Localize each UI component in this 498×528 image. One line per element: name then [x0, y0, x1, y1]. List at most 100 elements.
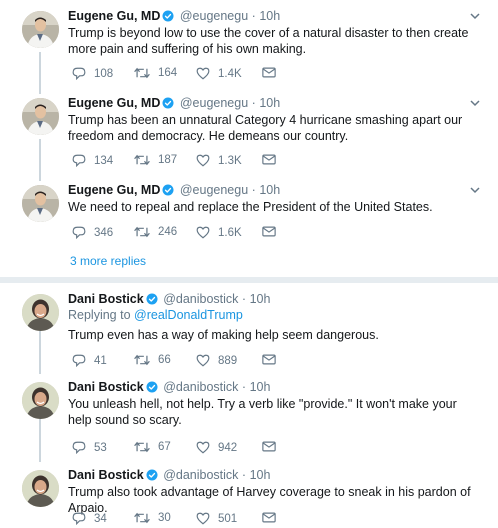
timestamp[interactable]: 10h — [259, 9, 280, 23]
author-name[interactable]: Dani Bostick — [68, 380, 144, 394]
retweet-button[interactable]: 187 — [134, 154, 177, 166]
timestamp[interactable]: 10h — [250, 468, 271, 482]
separator: · — [241, 380, 247, 394]
retweet-count: 30 — [158, 512, 171, 524]
reply-icon — [72, 512, 86, 525]
tweet-text: You unleash hell, not help. Try a verb l… — [68, 397, 457, 427]
avatar[interactable] — [22, 11, 59, 48]
direct-message-button[interactable] — [262, 154, 284, 165]
reply-count: 108 — [94, 67, 114, 80]
retweet-count: 67 — [158, 441, 171, 453]
envelope-icon — [262, 441, 276, 452]
reply-button[interactable]: 346 — [72, 226, 113, 239]
retweet-count: 164 — [158, 67, 178, 79]
retweet-button[interactable]: 164 — [134, 67, 177, 79]
timestamp[interactable]: 10h — [259, 96, 280, 110]
tweet-text: Trump is beyond low to use the cover of … — [68, 26, 469, 56]
verified-badge-icon — [162, 10, 174, 22]
avatar[interactable] — [22, 294, 59, 331]
reply-button[interactable]: 108 — [72, 67, 113, 80]
tweet[interactable]: Dani Bostick @danibostick · 10h Replying… — [0, 283, 498, 373]
heart-icon — [196, 154, 210, 167]
chevron-down-icon[interactable] — [470, 96, 480, 110]
heart-icon — [196, 67, 210, 80]
chevron-down-icon[interactable] — [470, 183, 480, 197]
author-name[interactable]: Eugene Gu, MD — [68, 183, 160, 197]
like-button[interactable]: 1.3K — [196, 154, 242, 167]
retweet-button[interactable]: 67 — [134, 441, 171, 453]
verified-badge-icon — [146, 469, 158, 481]
retweet-button[interactable]: 66 — [134, 354, 171, 366]
avatar[interactable] — [22, 185, 59, 222]
verified-badge-icon — [146, 381, 158, 393]
envelope-icon — [262, 512, 276, 523]
retweet-count: 66 — [158, 354, 171, 366]
author-name[interactable]: Dani Bostick — [68, 468, 144, 482]
tweet[interactable]: Eugene Gu, MD @eugenegu · 10h We need to… — [0, 174, 498, 249]
like-button[interactable]: 1.6K — [196, 226, 242, 239]
author-name[interactable]: Eugene Gu, MD — [68, 96, 160, 110]
tweet[interactable]: Dani Bostick @danibostick · 10h Trump al… — [0, 459, 498, 528]
avatar[interactable] — [22, 470, 59, 507]
separator: · — [251, 9, 256, 23]
like-button[interactable]: 942 — [196, 441, 237, 454]
like-button[interactable]: 889 — [196, 354, 237, 367]
reply-icon — [72, 226, 86, 239]
author-handle[interactable]: @eugenegu — [180, 183, 248, 197]
like-count: 1.6K — [218, 226, 242, 239]
retweet-icon — [134, 154, 150, 166]
author-handle[interactable]: @danibostick — [163, 468, 238, 482]
retweet-icon — [134, 441, 150, 453]
like-button[interactable]: 1.4K — [196, 67, 242, 80]
timestamp[interactable]: 10h — [250, 292, 271, 306]
tweet[interactable]: Dani Bostick @danibostick · 10h You unle… — [0, 371, 498, 463]
separator: · — [241, 292, 247, 306]
mention-link[interactable]: @realDonaldTrump — [134, 308, 243, 322]
retweet-button[interactable]: 246 — [134, 226, 177, 238]
envelope-icon — [262, 354, 276, 365]
reply-button[interactable]: 34 — [72, 512, 107, 525]
retweet-icon — [134, 512, 150, 524]
author-handle[interactable]: @eugenegu — [180, 96, 248, 110]
tweet-text: Trump has been an unnatural Category 4 h… — [68, 113, 463, 143]
author-name[interactable]: Eugene Gu, MD — [68, 9, 160, 23]
tweet[interactable]: Eugene Gu, MD @eugenegu · 10h Trump is b… — [0, 0, 498, 90]
tweet[interactable]: Eugene Gu, MD @eugenegu · 10h Trump has … — [0, 87, 498, 177]
author-handle[interactable]: @danibostick — [163, 380, 238, 394]
retweet-icon — [134, 226, 150, 238]
heart-icon — [196, 226, 210, 239]
direct-message-button[interactable] — [262, 512, 284, 523]
like-count: 1.3K — [218, 154, 242, 167]
tweet-text: We need to repeal and replace the Presid… — [68, 200, 433, 214]
replying-to: Replying to @realDonaldTrump — [68, 308, 243, 322]
retweet-button[interactable]: 30 — [134, 512, 171, 524]
reply-button[interactable]: 134 — [72, 154, 113, 167]
like-count: 1.4K — [218, 67, 242, 80]
timestamp[interactable]: 10h — [259, 183, 280, 197]
reply-button[interactable]: 41 — [72, 354, 107, 367]
verified-badge-icon — [162, 184, 174, 196]
author-name[interactable]: Dani Bostick — [68, 292, 144, 306]
show-more-replies-link[interactable]: 3 more replies — [70, 254, 146, 268]
avatar[interactable] — [22, 382, 59, 419]
heart-icon — [196, 441, 210, 454]
like-count: 501 — [218, 512, 238, 525]
reply-button[interactable]: 53 — [72, 441, 107, 454]
direct-message-button[interactable] — [262, 226, 284, 237]
chevron-down-icon[interactable] — [470, 9, 480, 23]
reply-count: 34 — [94, 512, 107, 525]
timestamp[interactable]: 10h — [250, 380, 271, 394]
separator: · — [241, 468, 247, 482]
retweet-icon — [134, 354, 150, 366]
reply-icon — [72, 441, 86, 454]
author-handle[interactable]: @eugenegu — [180, 9, 248, 23]
direct-message-button[interactable] — [262, 441, 284, 452]
reply-count: 53 — [94, 441, 107, 454]
avatar[interactable] — [22, 98, 59, 135]
author-handle[interactable]: @danibostick — [163, 292, 238, 306]
direct-message-button[interactable] — [262, 354, 284, 365]
direct-message-button[interactable] — [262, 67, 284, 78]
retweet-count: 187 — [158, 154, 178, 166]
like-count: 942 — [218, 441, 238, 454]
like-button[interactable]: 501 — [196, 512, 237, 525]
